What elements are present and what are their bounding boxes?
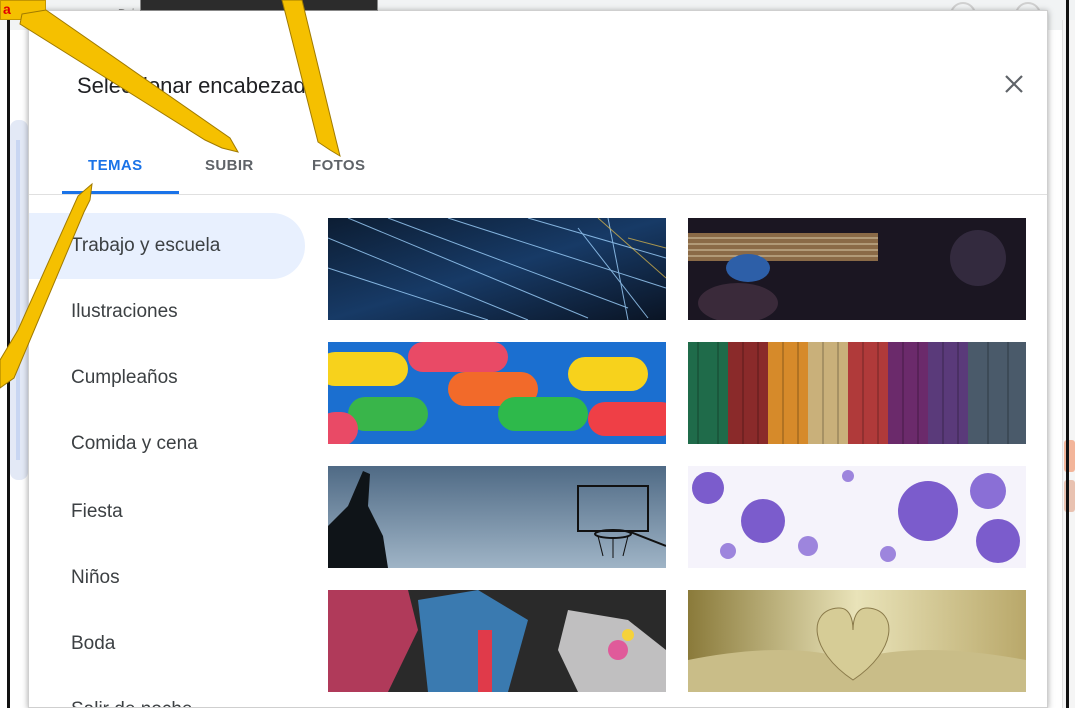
close-icon: [1005, 75, 1023, 93]
purple-spheres-image: [688, 466, 1026, 568]
thumbnail-guitar[interactable]: [688, 218, 1026, 320]
category-salir-de-noche[interactable]: Salir de noche: [29, 677, 305, 707]
category-boda[interactable]: Boda: [29, 611, 305, 677]
category-cumpleanos[interactable]: Cumpleaños: [29, 345, 305, 411]
tabs-divider: [29, 194, 1047, 195]
select-header-dialog: Seleccionar encabezado TEMAS SUBIR FOTOS…: [28, 10, 1048, 708]
category-fiesta[interactable]: Fiesta: [29, 479, 305, 545]
category-ninos[interactable]: Niños: [29, 545, 305, 611]
guitar-image: [688, 218, 1026, 320]
category-ilustraciones[interactable]: Ilustraciones: [29, 279, 305, 345]
fiber-optics-image: [328, 218, 666, 320]
thumbnail-painted-hands[interactable]: [328, 590, 666, 692]
threads-image: [688, 342, 1026, 444]
book-heart-image: [688, 590, 1026, 692]
tab-temas[interactable]: TEMAS: [88, 157, 143, 174]
background-left-line: [16, 140, 20, 460]
category-trabajo-y-escuela[interactable]: Trabajo y escuela: [29, 213, 305, 279]
thumbnail-basketball[interactable]: [328, 466, 666, 568]
painted-hands-image: [328, 590, 666, 692]
candy-image: [328, 342, 666, 444]
thumbnail-threads[interactable]: [688, 342, 1026, 444]
thumbnail-candy[interactable]: [328, 342, 666, 444]
dialog-title: Seleccionar encabezado: [77, 73, 318, 98]
tab-subir[interactable]: SUBIR: [205, 157, 254, 174]
thumbnail-fiber-optics[interactable]: [328, 218, 666, 320]
frame-border-left: [7, 0, 10, 708]
close-button[interactable]: [997, 67, 1031, 101]
tab-fotos[interactable]: FOTOS: [312, 157, 365, 174]
category-comida-y-cena[interactable]: Comida y cena: [29, 411, 305, 477]
thumbnail-purple-spheres[interactable]: [688, 466, 1026, 568]
frame-border-right: [1066, 0, 1069, 708]
basketball-image: [328, 466, 666, 568]
thumbnail-book-heart[interactable]: [688, 590, 1026, 692]
